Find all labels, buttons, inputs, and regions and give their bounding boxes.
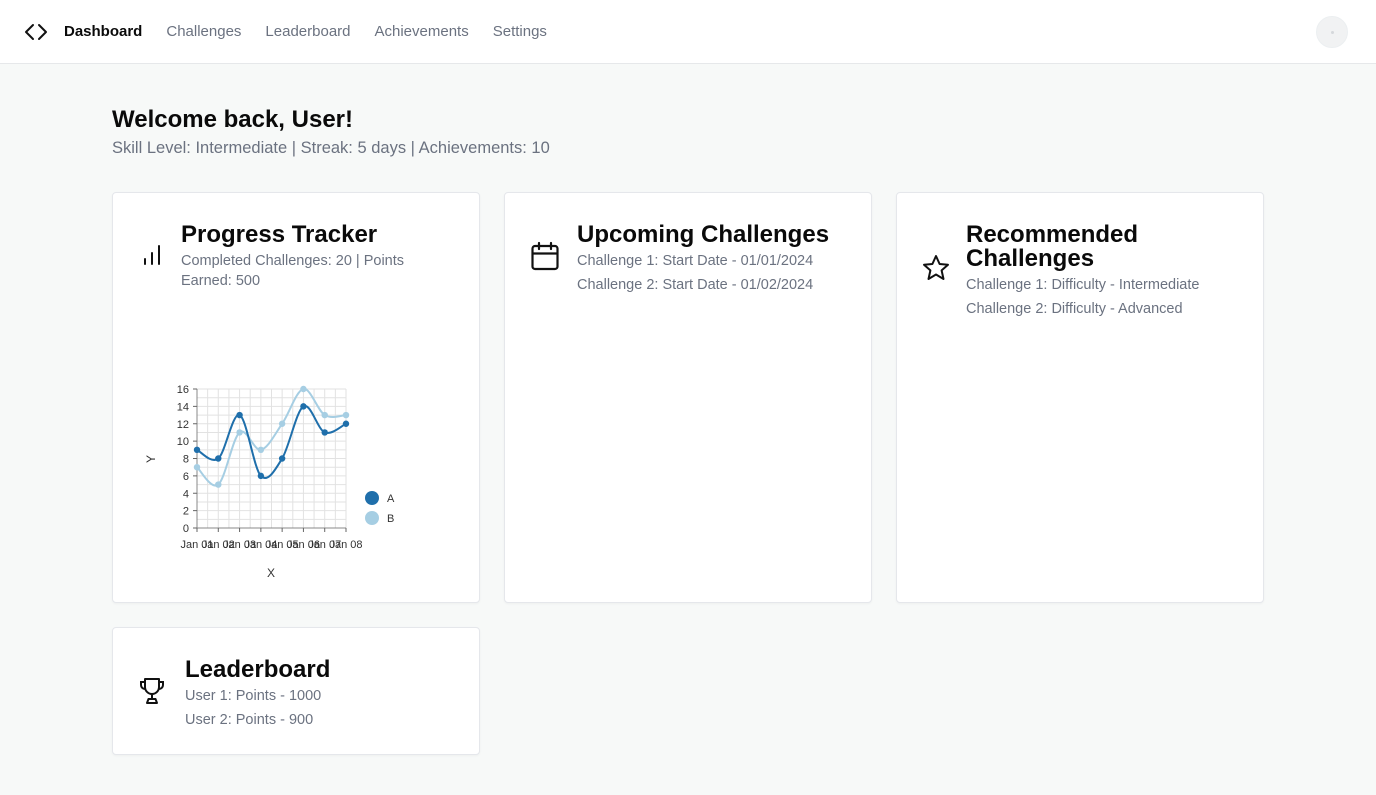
leaderboard-card: Leaderboard User 1: Points - 1000 User 2… — [112, 627, 480, 755]
series-point-B — [236, 429, 243, 436]
chart-x-tick-label: Jan 08 — [329, 539, 362, 551]
series-point-A — [300, 403, 307, 410]
nav-settings[interactable]: Settings — [493, 22, 547, 42]
series-point-B — [321, 411, 328, 419]
progress-tracker-title: Progress Tracker — [181, 221, 378, 248]
upcoming-challenge-item: Challenge 2: Start Date - 01/02/2024 — [577, 277, 814, 293]
series-point-A — [236, 411, 243, 419]
chart-y-tick-label: 16 — [177, 384, 189, 396]
top-navigation-bar: Dashboard Challenges Leaderboard Achieve… — [0, 0, 1376, 64]
series-point-A — [342, 420, 350, 427]
series-point-B — [193, 463, 201, 471]
legend-label: A — [387, 493, 395, 505]
leaderboard-entry: User 2: Points - 900 — [185, 712, 314, 728]
upcoming-challenges-card: Upcoming Challenges Challenge 1: Start D… — [504, 192, 872, 603]
series-point-A — [215, 455, 222, 462]
upcoming-challenge-item: Challenge 1: Start Date - 01/01/2024 — [577, 253, 814, 269]
chart-legend: AB — [365, 491, 395, 525]
chart-y-tick-label: 14 — [177, 401, 189, 413]
chart-x-axis-label: X — [267, 566, 275, 580]
leaderboard-entry: User 1: Points - 1000 — [185, 688, 322, 704]
user-stats-summary: Skill Level: Intermediate | Streak: 5 da… — [112, 139, 550, 157]
chart-y-tick-label: 10 — [177, 436, 189, 448]
legend-label: B — [387, 513, 394, 525]
progress-line-chart: 0 2 4 6 8 10 12 14 16 Jan 01Jan 02Jan 03Jan 04Ja… — [144, 384, 395, 580]
bar-chart-icon — [144, 245, 160, 265]
series-point-B — [278, 420, 286, 427]
calendar-icon — [531, 241, 559, 271]
series-point-A — [257, 472, 265, 480]
chart-y-axis-label: Y — [144, 455, 158, 463]
chart-y-tick-label: 2 — [183, 506, 189, 518]
series-point-A — [193, 446, 201, 454]
chart-y-axis: 0 2 4 6 8 10 12 14 16 — [177, 384, 197, 535]
chart-y-tick-label: 4 — [183, 488, 189, 500]
chart-x-axis: Jan 01Jan 02Jan 03Jan 04Jan 05Jan 06Jan … — [180, 528, 363, 551]
user-avatar-icon[interactable] — [1316, 16, 1348, 48]
code-brackets-icon[interactable] — [24, 21, 48, 43]
series-point-B — [257, 446, 265, 454]
chart-y-tick-label: 6 — [183, 471, 189, 483]
page-title: Welcome back, User! — [112, 106, 353, 133]
series-point-A — [278, 455, 286, 462]
series-point-B — [300, 385, 307, 393]
nav-challenges[interactable]: Challenges — [166, 22, 241, 42]
nav-achievements[interactable]: Achievements — [375, 22, 469, 42]
star-icon — [923, 255, 949, 280]
legend-swatch-A — [365, 491, 379, 505]
series-point-B — [342, 411, 350, 419]
recommended-challenge-item: Challenge 2: Difficulty - Advanced — [966, 301, 1183, 317]
progress-summary: Completed Challenges: 20 | Points Earned… — [181, 253, 405, 289]
upcoming-challenges-title: Upcoming Challenges — [577, 221, 830, 248]
recommended-challenges-title: Recommended Challenges — [966, 221, 1139, 272]
main-nav: Dashboard Challenges Leaderboard Achieve… — [64, 22, 547, 42]
leaderboard-title: Leaderboard — [185, 656, 331, 683]
chart-y-tick-label: 12 — [177, 419, 189, 431]
legend-swatch-B — [365, 511, 379, 525]
nav-dashboard[interactable]: Dashboard — [64, 22, 142, 42]
progress-tracker-card: Progress Tracker Completed Challenges: 2… — [112, 192, 480, 603]
nav-leaderboard[interactable]: Leaderboard — [265, 22, 350, 42]
series-point-B — [215, 481, 222, 488]
chart-y-tick-label: 8 — [183, 454, 189, 466]
recommended-challenges-card: Recommended Challenges Challenge 1: Diff… — [896, 192, 1264, 603]
recommended-challenge-item: Challenge 1: Difficulty - Intermediate — [966, 277, 1200, 293]
trophy-icon — [140, 678, 164, 704]
chart-y-tick-label: 0 — [183, 523, 189, 535]
series-point-A — [321, 429, 328, 436]
